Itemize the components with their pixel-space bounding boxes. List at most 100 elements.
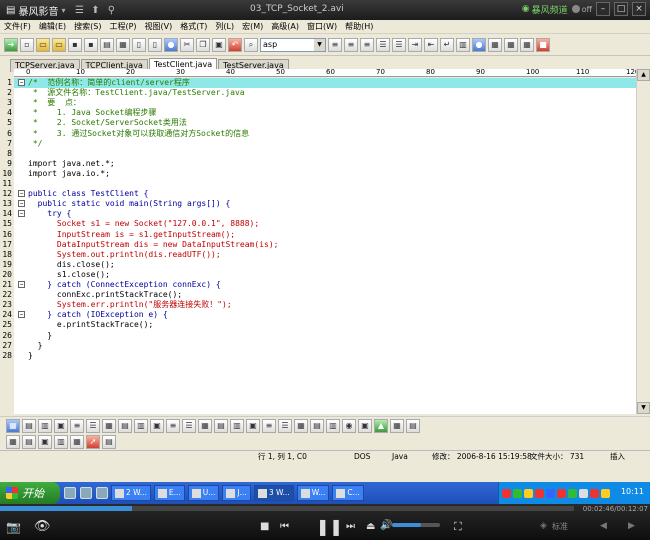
previous-button[interactable]: ⏮ [280, 521, 289, 532]
open-folder-icon[interactable]: ▭ [36, 37, 50, 52]
print-icon[interactable]: ▤ [100, 37, 114, 52]
quicklaunch-icon[interactable] [64, 487, 76, 499]
code-line[interactable]: 22 connExc.printStackTrace(); [2, 290, 636, 300]
code-line[interactable]: 9 import java.net.*; [7, 159, 636, 169]
tray-icon[interactable] [546, 488, 555, 498]
globe-icon[interactable]: ● [164, 37, 178, 52]
tray-icon[interactable] [557, 488, 566, 498]
tray-icon[interactable] [524, 488, 533, 498]
arrow-icon[interactable]: ➜ [4, 37, 18, 52]
code-line[interactable]: 15 Socket s1 = new Socket("127.0.0.1", 8… [2, 219, 636, 229]
screenshot-icon[interactable]: 📷 [6, 520, 21, 534]
form-icon[interactable]: ▦ [70, 435, 84, 449]
format-icon[interactable]: ▥ [230, 418, 244, 433]
tray-icon[interactable] [601, 488, 610, 498]
format-icon[interactable]: ≡ [262, 418, 276, 433]
table-icon[interactable]: ▤ [22, 435, 36, 449]
taskbar-item[interactable]: J... [222, 485, 251, 501]
tray-icon[interactable] [535, 488, 544, 498]
code-line[interactable]: 6 * 3. 通过Socket对象可以获取通信对方Socket的信息 [7, 129, 636, 139]
code-line[interactable]: 3 * 要 点： [7, 98, 636, 108]
menu-format[interactable]: 格式(T) [180, 21, 207, 32]
format-icon[interactable]: ▦ [102, 418, 116, 433]
menu-search[interactable]: 搜索(S) [74, 21, 101, 32]
stop-icon[interactable]: ■ [536, 37, 550, 52]
menu-help[interactable]: 帮助(H) [345, 21, 373, 32]
code-line[interactable]: 7 */ [7, 139, 636, 149]
close-button[interactable]: × [632, 2, 646, 16]
format-icon[interactable]: ▤ [310, 418, 324, 433]
cut-icon[interactable]: ✂ [180, 37, 194, 52]
tray-icon[interactable] [590, 488, 599, 498]
vertical-scrollbar[interactable]: ▲ ▼ [636, 69, 650, 414]
stop-button[interactable]: ■ [260, 521, 269, 532]
taskbar-item[interactable]: 2 W... [111, 485, 151, 501]
fold-toggle-icon[interactable]: − [18, 311, 25, 319]
eye-icon[interactable]: 👁 [34, 519, 51, 534]
list-icon[interactable]: ☰ [71, 5, 87, 16]
seek-bar[interactable] [0, 506, 574, 511]
scroll-down-icon[interactable]: ▼ [637, 402, 650, 414]
format-icon[interactable]: ▣ [150, 418, 164, 433]
menu-column[interactable]: 列(L) [215, 21, 234, 32]
code-line[interactable]: 11 [2, 179, 636, 189]
grid-icon[interactable]: ▦ [488, 37, 502, 52]
tree-icon[interactable]: ▲ [374, 418, 388, 433]
code-editor[interactable]: 1−/* 范例名称：简单的client/server程序 2 * 源文件名称：Te… [2, 78, 636, 414]
fold-toggle-icon[interactable]: − [18, 190, 25, 198]
fold-toggle-icon[interactable]: − [18, 210, 25, 218]
code-line[interactable]: 4 * 1. Java Socket编程步骤 [7, 108, 636, 118]
code-line[interactable]: 1−/* 范例名称：简单的client/server程序 [7, 78, 636, 88]
code-line[interactable]: 19 dis.close(); [2, 260, 636, 270]
format-icon[interactable]: ☰ [182, 418, 196, 433]
next-frame-icon[interactable]: ▶ [628, 521, 635, 531]
column-icon[interactable]: ▥ [456, 37, 470, 52]
menu-edit[interactable]: 编辑(E) [39, 21, 66, 32]
channel-button[interactable]: ◉ 暴风频道 [522, 3, 568, 16]
format-icon[interactable]: ▥ [326, 418, 340, 433]
scroll-up-icon[interactable]: ▲ [637, 69, 650, 81]
pause-button[interactable]: ❚❚ [316, 517, 343, 536]
code-line[interactable]: 18 System.out.println(dis.readUTF()); [2, 250, 636, 260]
undo-icon[interactable]: ↶ [228, 37, 242, 52]
eject-icon[interactable]: ⏏ [366, 521, 375, 532]
grid-icon[interactable]: ▦ [504, 37, 518, 52]
code-line[interactable]: 5 * 2. Socket/ServerSocket类用法 [7, 118, 636, 128]
code-line[interactable]: 8 [7, 149, 636, 159]
save-icon[interactable]: ▪ [68, 37, 82, 52]
image-icon[interactable]: ▣ [38, 435, 52, 449]
taskbar-item[interactable]: U... [187, 485, 220, 501]
format-icon[interactable]: ▦ [390, 418, 404, 433]
fold-toggle-icon[interactable]: − [18, 79, 25, 86]
format-icon[interactable]: ≡ [70, 418, 84, 433]
code-line[interactable]: 12− public class TestClient { [2, 189, 636, 199]
next-button[interactable]: ⏭ [346, 521, 355, 532]
format-icon[interactable]: ▤ [22, 418, 36, 433]
volume-icon[interactable]: 🔊 [380, 520, 392, 531]
prev-frame-icon[interactable]: ◀ [600, 521, 607, 531]
frame-icon[interactable]: ▤ [102, 435, 116, 449]
fullscreen-icon[interactable]: ⛶ [454, 520, 462, 534]
indent-icon[interactable]: ⇥ [408, 37, 422, 52]
format-icon[interactable]: ☰ [86, 418, 100, 433]
taskbar-item[interactable]: C... [332, 485, 364, 501]
menu-file[interactable]: 文件(F) [4, 21, 31, 32]
grid-icon[interactable]: ▦ [520, 37, 534, 52]
format-icon[interactable]: ▤ [406, 418, 420, 433]
align-center-icon[interactable]: ≡ [344, 37, 358, 52]
table-icon[interactable]: ▦ [6, 435, 20, 449]
format-icon[interactable]: ▤ [214, 418, 228, 433]
list-icon[interactable]: ☰ [376, 37, 390, 52]
fold-toggle-icon[interactable]: − [18, 200, 25, 208]
tray-icon[interactable] [502, 488, 511, 498]
code-line[interactable]: 17 DataInputStream dis = new DataInputSt… [2, 240, 636, 250]
code-line[interactable]: 14− try { [2, 209, 636, 219]
volume-slider[interactable] [392, 523, 440, 527]
maximize-button[interactable]: □ [614, 2, 628, 16]
radio-icon[interactable]: ◉ [342, 418, 356, 433]
quality-icon[interactable]: ◈ [540, 521, 547, 531]
quicklaunch-icon[interactable] [80, 487, 92, 499]
code-line[interactable]: 23 System.err.println("服务器连接失败！"); [2, 300, 636, 310]
copy-icon[interactable]: ❐ [196, 37, 210, 52]
align-left-icon[interactable]: ≡ [328, 37, 342, 52]
